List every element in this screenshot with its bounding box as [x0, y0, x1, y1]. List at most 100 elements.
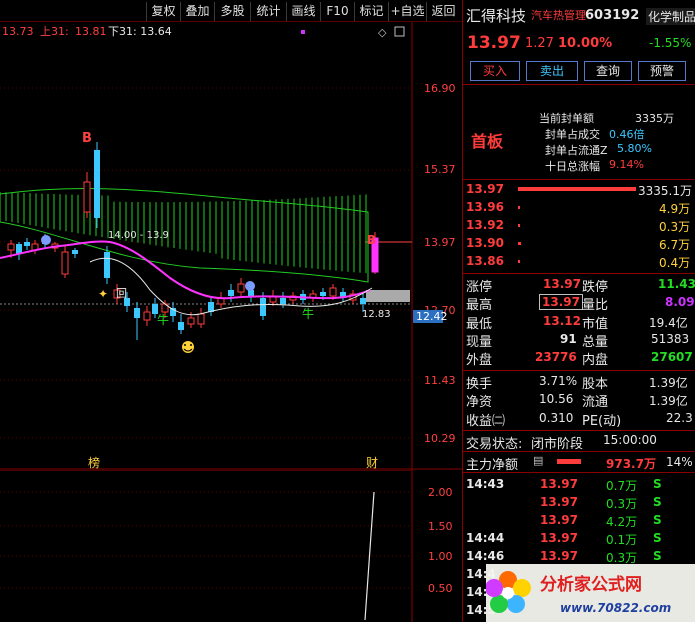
- quote-value: 27607: [651, 350, 693, 364]
- stock-name: 汇得科技: [466, 7, 527, 25]
- tick-side: S: [653, 513, 662, 527]
- tick-price: 13.97: [540, 549, 578, 563]
- fund-value: 22.3: [666, 411, 693, 425]
- quote-value: 13.97: [539, 294, 583, 310]
- marker-niu: 牛: [302, 306, 314, 321]
- current-price: 13.97: [467, 33, 521, 53]
- query-button[interactable]: 查询: [584, 61, 632, 81]
- industry-tag[interactable]: 化学制品: [646, 8, 695, 25]
- candle-body: [83, 181, 91, 213]
- order-book-price: 13.96: [466, 200, 504, 214]
- tick-price: 13.97: [540, 513, 578, 527]
- toolbar-mark-button[interactable]: 标记: [354, 2, 388, 21]
- fund-label: 换手: [466, 377, 493, 392]
- candle-body: [187, 317, 195, 325]
- buy-button[interactable]: 买入: [470, 61, 520, 81]
- trade-status-label: 交易状态:: [466, 437, 523, 452]
- tick-time: 14:46: [466, 549, 505, 563]
- order-book-volume: 4.9万: [659, 202, 691, 216]
- axis-tick: 16.90: [424, 82, 456, 95]
- candle-body: [360, 298, 366, 304]
- quote-label: 最低: [466, 317, 493, 332]
- marker-cai: 财: [366, 456, 378, 470]
- candle-body: [197, 313, 205, 325]
- price-highlight-band: [366, 290, 410, 302]
- purple-dot: [301, 30, 305, 34]
- quote-label: 最高: [466, 298, 493, 313]
- order-book-volume: 3335.1万: [638, 184, 692, 198]
- quote-label: 市值: [582, 317, 609, 332]
- cloud-band: [0, 187, 369, 283]
- trade-status-time: 15:00:00: [603, 433, 657, 447]
- tick-side: S: [653, 477, 662, 491]
- header-upper-label: 上31:: [40, 25, 69, 38]
- marker-b: B: [82, 131, 92, 146]
- fund-value: 3.71%: [539, 374, 578, 388]
- board-label: 首板: [471, 132, 504, 151]
- fund-value: 10.56: [539, 392, 574, 406]
- kline-chart[interactable]: 13.73 上31: 13.81 下31: 13.64 ◇ 16.90 15.3…: [0, 22, 462, 470]
- sub-axis-tick: 1.00: [428, 550, 453, 563]
- cloud-outline: [0, 187, 369, 283]
- tick-volume: 0.7万: [606, 479, 638, 493]
- diamond-icon[interactable]: ◇: [378, 26, 387, 39]
- candle-body: [320, 292, 326, 296]
- header-upper-value: 13.81: [75, 25, 107, 38]
- quote-label: 外盘: [466, 353, 493, 368]
- list-icon[interactable]: ▤: [533, 454, 543, 467]
- limit-info-value: 3335万: [635, 112, 674, 125]
- quote-label: 涨停: [466, 280, 493, 295]
- sub-axis-tick: 1.50: [428, 520, 453, 533]
- axis-tick: 10.29: [424, 432, 456, 445]
- quote-label: 量比: [582, 298, 609, 313]
- order-book-price: 13.92: [466, 218, 504, 232]
- fund-value: 0.310: [539, 411, 574, 425]
- order-book-volume: 6.7万: [659, 238, 691, 252]
- toolbar-add-watchlist-button[interactable]: +自选: [388, 2, 426, 21]
- axis-tick: 11.43: [424, 374, 456, 387]
- order-book-volume: 0.4万: [659, 256, 691, 270]
- tick-volume: 0.3万: [606, 497, 638, 511]
- candle-body: [61, 251, 69, 275]
- quote-label: 现量: [466, 335, 493, 350]
- annot-upper: 14.00 - 13.9: [108, 230, 169, 241]
- candle-body: [104, 252, 110, 278]
- indicator-chart[interactable]: 2.00 1.50 1.00 0.50: [0, 470, 462, 622]
- toolbar-restore-rights-button[interactable]: 复权: [146, 2, 180, 21]
- tick-volume: 4.2万: [606, 515, 638, 529]
- limit-info-label: 封单占成交: [545, 128, 600, 141]
- candle-body: [143, 311, 151, 321]
- marker-bang: 榜: [88, 455, 100, 470]
- sector-tag[interactable]: 汽车热管理: [531, 7, 586, 23]
- window-icon[interactable]: [394, 26, 405, 37]
- candle-body: [178, 322, 184, 330]
- quote-value: 13.97: [543, 277, 581, 291]
- tick-side: S: [653, 549, 662, 563]
- marker-b-2: B: [367, 233, 376, 247]
- net-flow-pct: 14%: [666, 455, 693, 469]
- quote-value: 13.12: [543, 314, 581, 328]
- toolbar-multi-stock-button[interactable]: 多股: [214, 2, 250, 21]
- net-flow-bar: [557, 459, 581, 464]
- current-price-text: 12.42: [416, 310, 448, 323]
- price-change-pct: 10.00%: [558, 36, 613, 51]
- order-book-price: 13.97: [466, 182, 504, 196]
- logo-text: 分析家公式网: [540, 574, 642, 595]
- tick-volume: 0.1万: [606, 533, 638, 547]
- sub-axis-tick: 2.00: [428, 486, 453, 499]
- stock-code: 603192: [585, 8, 640, 23]
- toolbar-overlay-button[interactable]: 叠加: [180, 2, 214, 21]
- net-flow-value: 973.7万: [606, 457, 656, 471]
- alert-button[interactable]: 预警: [638, 61, 686, 81]
- sell-button[interactable]: 卖出: [526, 61, 578, 81]
- candle-body: [260, 298, 266, 316]
- quote-panel: 汇得科技 汽车热管理 603192 化学制品 13.97 1.27 10.00%…: [462, 0, 695, 622]
- toolbar-statistics-button[interactable]: 统计: [250, 2, 286, 21]
- fund-value: 1.39亿: [649, 376, 688, 390]
- header-lower: 下31: 13.64: [108, 25, 172, 38]
- toolbar-back-button[interactable]: 返回: [426, 2, 460, 21]
- limit-info-label: 当前封单额: [539, 112, 594, 125]
- toolbar-f10-button[interactable]: F10: [320, 2, 354, 21]
- toolbar-draw-line-button[interactable]: 画线: [286, 2, 320, 21]
- tick-side: S: [653, 495, 662, 509]
